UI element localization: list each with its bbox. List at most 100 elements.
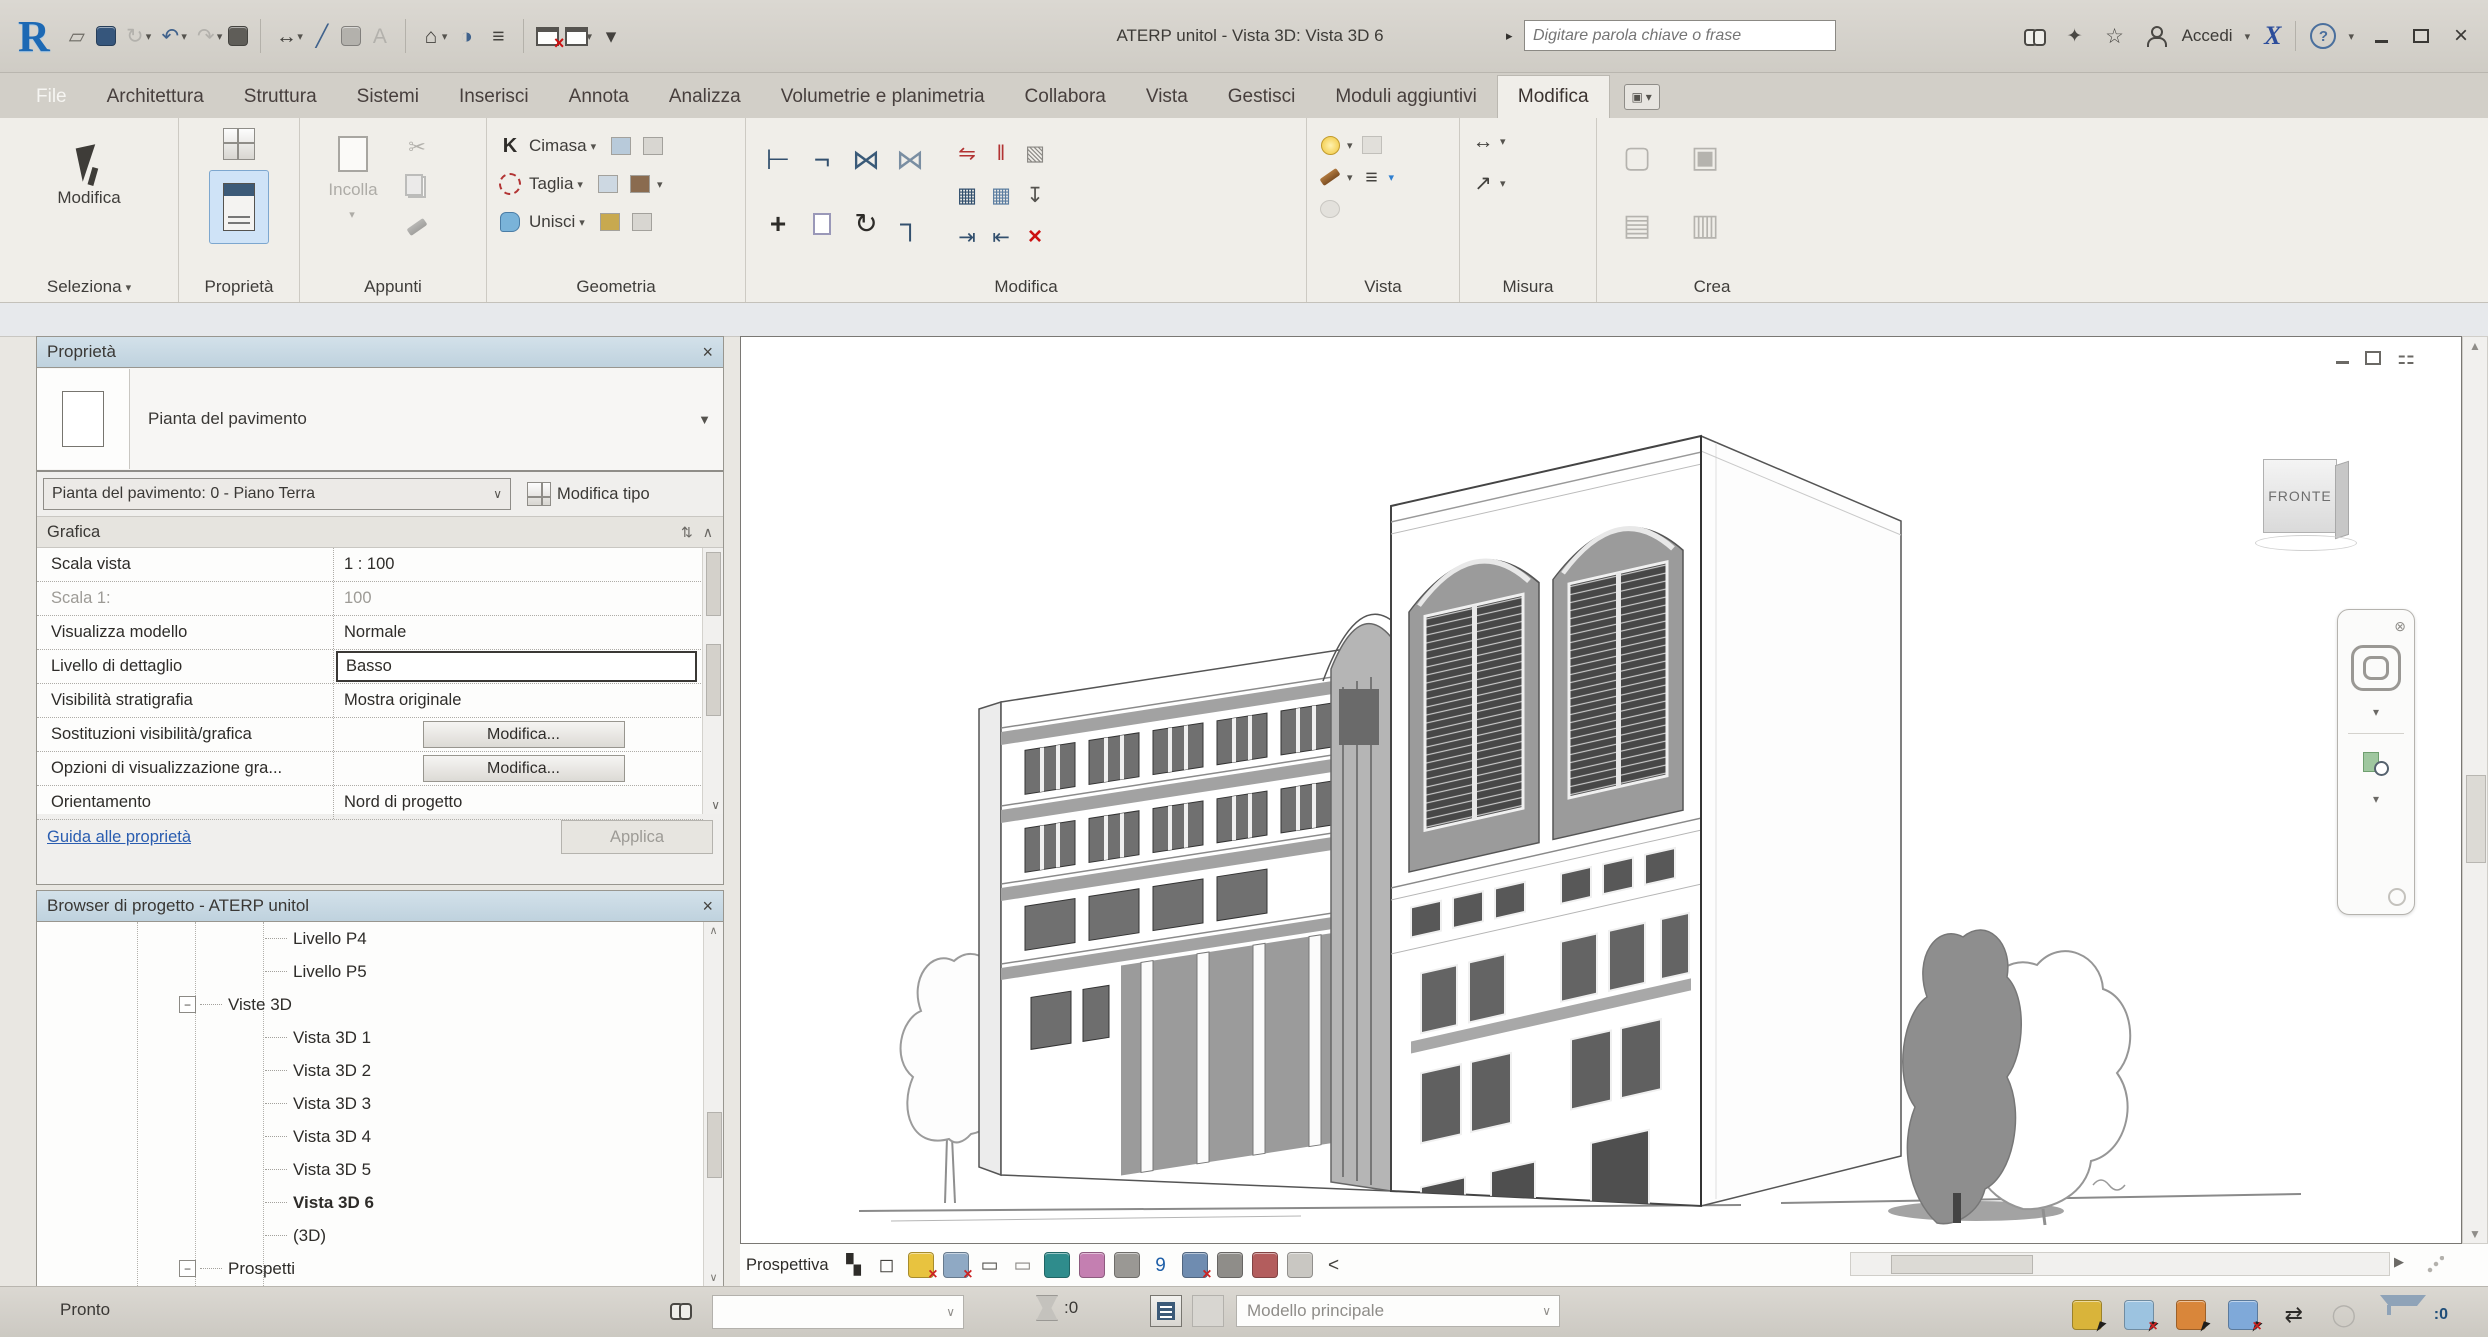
tree-item-vista-3d-3[interactable]: Vista 3D 3 xyxy=(37,1087,703,1120)
property-value[interactable]: 1 : 100 xyxy=(333,548,703,581)
unjoin-icon[interactable] xyxy=(629,209,655,235)
select-pinned-icon[interactable] xyxy=(2176,1300,2206,1330)
tab-modifica[interactable]: Modifica xyxy=(1497,75,1610,118)
browser-scrollbar[interactable]: ∧ ∨ xyxy=(703,922,723,1286)
close-inactive-windows-icon[interactable] xyxy=(536,27,559,46)
section-collapse-icon[interactable]: ∧ xyxy=(703,524,713,541)
tab-annota[interactable]: Annota xyxy=(549,76,649,118)
help-icon[interactable]: ? xyxy=(2310,23,2336,49)
property-value[interactable]: Basso xyxy=(333,650,703,683)
reveal-constraints-icon[interactable] xyxy=(1252,1252,1278,1278)
design-options-dialog-icon[interactable] xyxy=(1150,1295,1182,1327)
cut-icon[interactable]: ✂ xyxy=(404,134,430,160)
scroll-down-icon[interactable]: ∨ xyxy=(711,798,720,812)
help-dropdown-icon[interactable]: ▾ xyxy=(2348,30,2354,43)
tab-moduli-aggiuntivi[interactable]: Moduli aggiuntivi xyxy=(1315,76,1497,118)
property-value[interactable]: Normale xyxy=(333,616,703,649)
section-sort-icon[interactable]: ⇅ xyxy=(681,524,693,541)
rotate-icon[interactable]: ↻ xyxy=(847,205,885,243)
select-links-icon[interactable] xyxy=(2072,1300,2102,1330)
tree-item--3d-[interactable]: (3D) xyxy=(37,1219,703,1252)
open-file-icon[interactable]: ▱ xyxy=(64,23,90,49)
paint-icon[interactable] xyxy=(597,209,623,235)
delete-inner-segment-icon[interactable]: ▧ xyxy=(1022,140,1048,166)
print-icon[interactable] xyxy=(228,26,248,46)
scrollbar-thumb[interactable] xyxy=(706,552,721,616)
mirror-draw-axis-icon[interactable]: ⋈ xyxy=(891,141,929,179)
create-similar-icon[interactable]: ▣ xyxy=(1692,145,1718,171)
dimension-icon[interactable]: ↗ xyxy=(1470,170,1496,196)
viewcube[interactable]: FRONTE xyxy=(2263,453,2359,549)
shadows-icon[interactable] xyxy=(943,1252,969,1278)
collapse-vcb-icon[interactable]: < xyxy=(1322,1253,1346,1277)
paste-button[interactable]: Incolla ▾ xyxy=(310,128,396,221)
modify-tool-button[interactable]: Modifica xyxy=(46,128,132,208)
type-selector-dropdown-icon[interactable]: ▼ xyxy=(698,412,711,427)
cope-icon[interactable]: K xyxy=(497,133,523,159)
trim-extend-corner-icon[interactable]: ┐ xyxy=(891,205,929,243)
modifica-button[interactable]: Modifica... xyxy=(423,755,625,782)
viewcube-side-face[interactable] xyxy=(2335,461,2349,540)
progress-icon[interactable]: ◯ xyxy=(2330,1301,2358,1329)
copy-icon[interactable] xyxy=(404,174,430,200)
switch-windows-icon[interactable] xyxy=(565,27,588,46)
tree-item-vista-3d-6[interactable]: Vista 3D 6 xyxy=(37,1186,703,1219)
tab-struttura[interactable]: Struttura xyxy=(224,76,337,118)
user-icon[interactable] xyxy=(2142,23,2168,49)
type-properties-icon[interactable] xyxy=(223,128,255,160)
scrollbar-thumb[interactable] xyxy=(1891,1255,2033,1274)
horizontal-scrollbar[interactable] xyxy=(1850,1252,2390,1276)
close-button[interactable]: × xyxy=(2448,25,2474,47)
aligned-dimension-icon[interactable]: ↔ xyxy=(273,23,299,49)
tag-icon[interactable] xyxy=(341,26,361,46)
apply-button[interactable]: Applica xyxy=(561,820,713,854)
thin-lines-icon[interactable]: ≡ xyxy=(485,23,511,49)
exchange-apps-icon[interactable]: ✦ xyxy=(2062,23,2088,49)
visual-style-icon[interactable]: ◻ xyxy=(875,1253,899,1277)
type-selector[interactable]: Pianta del pavimento ▼ xyxy=(37,368,723,472)
restore-button[interactable] xyxy=(2408,25,2434,47)
mirror-pick-axis-icon[interactable]: ⋈ xyxy=(847,141,885,179)
move-icon[interactable]: + xyxy=(759,205,797,243)
measure-icon[interactable]: ↔ xyxy=(1470,128,1496,154)
linework-brush-icon[interactable] xyxy=(1317,164,1343,190)
scroll-up-icon[interactable]: ▲ xyxy=(2469,337,2481,355)
properties-close-icon[interactable]: × xyxy=(702,342,713,363)
scale-icon[interactable]: ▦ xyxy=(988,182,1014,208)
text-icon[interactable]: A xyxy=(367,23,393,49)
tab-collabora[interactable]: Collabora xyxy=(1005,76,1126,118)
join-geometry-icon[interactable] xyxy=(497,209,523,235)
properties-palette-header[interactable]: Proprietà × xyxy=(37,337,723,368)
scroll-down-icon[interactable]: ▼ xyxy=(2469,1225,2481,1243)
properties-palette-toggle-button[interactable] xyxy=(209,170,269,244)
autodesk-x-logo-icon[interactable]: X xyxy=(2264,21,2281,51)
view-scale-icon[interactable]: ▚ xyxy=(842,1253,866,1277)
analytical-model-icon[interactable] xyxy=(1182,1252,1208,1278)
save-icon[interactable] xyxy=(96,26,116,46)
editing-requests[interactable]: :0 xyxy=(1036,1295,1078,1321)
split-with-gap-icon[interactable]: ‖ xyxy=(988,140,1014,166)
hide-elements-icon[interactable] xyxy=(1317,196,1343,222)
scrollbar-thumb[interactable] xyxy=(2466,775,2486,863)
edit-type-button[interactable]: Modifica tipo xyxy=(519,476,658,512)
tree-item-prospetti[interactable]: −Prospetti xyxy=(37,1252,703,1285)
drag-on-selection-icon[interactable]: ⇄ xyxy=(2280,1301,2308,1329)
sun-path-icon[interactable] xyxy=(908,1252,934,1278)
minimize-button[interactable] xyxy=(2368,25,2394,47)
create-group-icon[interactable]: ▢ xyxy=(1624,145,1650,171)
delete-icon[interactable]: × xyxy=(1022,224,1048,250)
scroll-up-icon[interactable]: ∧ xyxy=(709,924,717,937)
drawing-canvas[interactable]: ⚏ FRONTE ⊗ ▾ ▾ xyxy=(740,336,2462,1244)
project-browser-header[interactable]: Browser di progetto - ATERP unitol × xyxy=(37,891,723,922)
temporary-hide-isolate-icon[interactable] xyxy=(1044,1252,1070,1278)
property-value[interactable]: Modifica... xyxy=(333,718,703,751)
zoom-icon[interactable] xyxy=(2363,752,2389,778)
property-value[interactable]: Modifica... xyxy=(333,752,703,785)
vertical-scrollbar[interactable]: ▲ ▼ xyxy=(2462,336,2488,1244)
reveal-hidden-elements-icon[interactable] xyxy=(1079,1252,1105,1278)
tree-item-livello-p4[interactable]: Livello P4 xyxy=(37,922,703,955)
partial-lock-icon[interactable] xyxy=(1287,1252,1313,1278)
detail-line-icon[interactable]: ╱ xyxy=(309,23,335,49)
scroll-right-icon[interactable]: ▶ xyxy=(2394,1254,2404,1270)
property-value[interactable]: 100 xyxy=(333,582,703,615)
